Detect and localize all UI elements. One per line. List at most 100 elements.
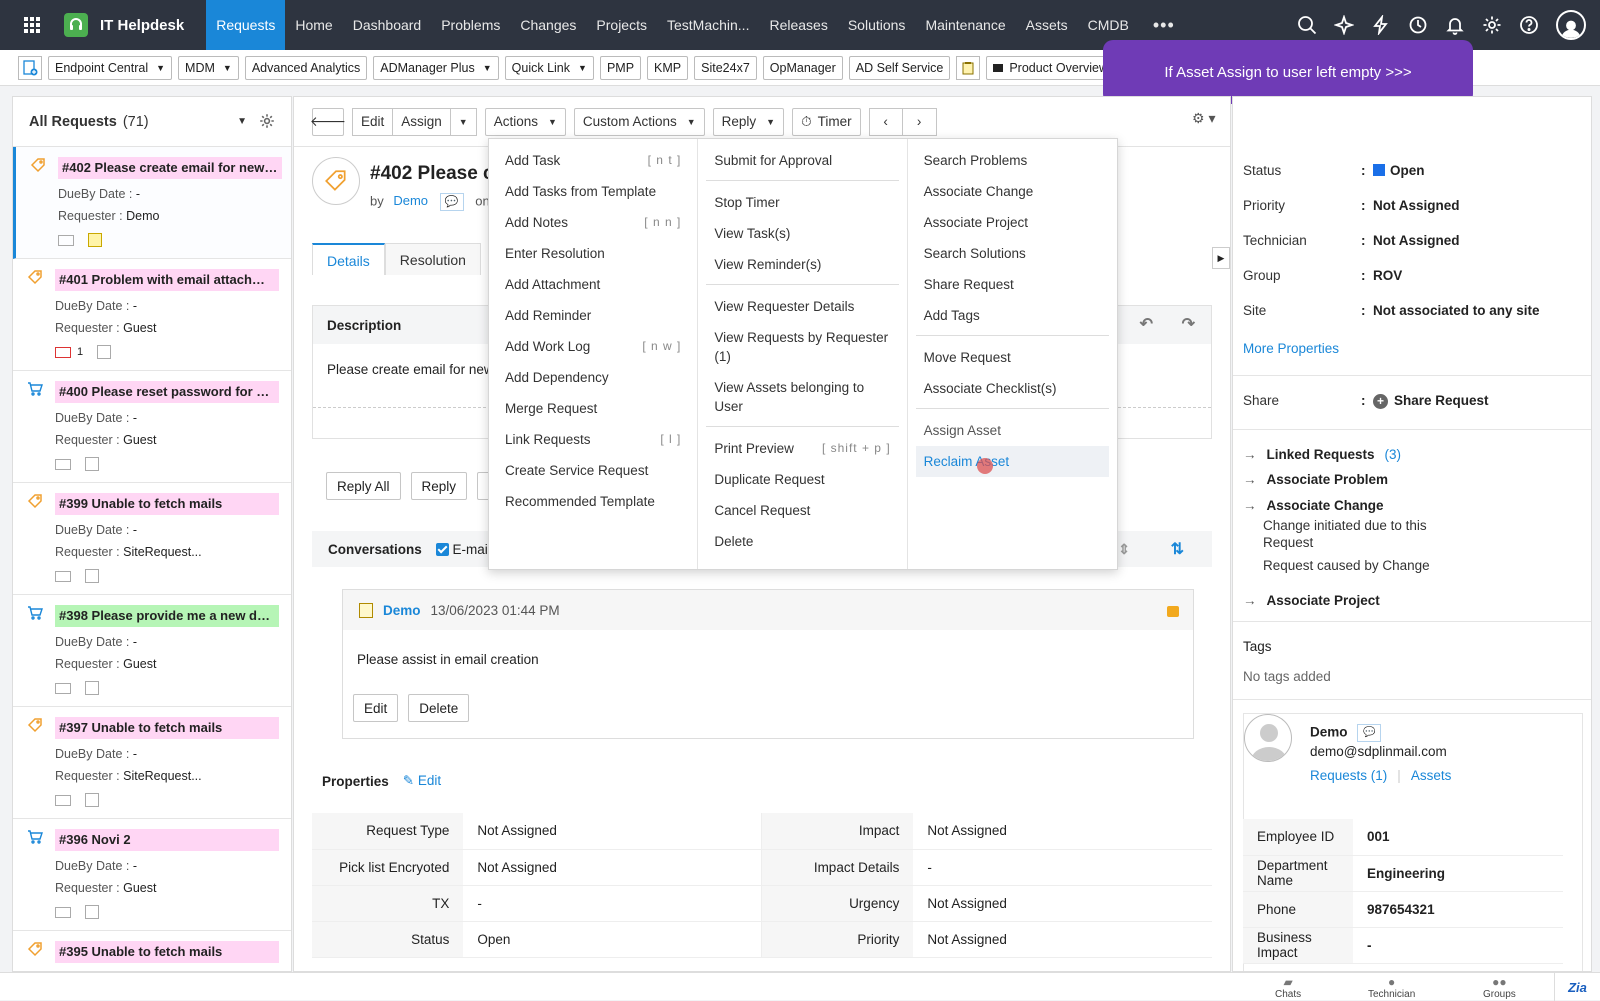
mail-icon[interactable] <box>55 906 71 918</box>
gear-icon[interactable] <box>259 113 275 129</box>
quicklink-opmanager[interactable]: OpManager <box>762 55 843 80</box>
menu-item-add-reminder[interactable]: Add Reminder <box>497 300 689 331</box>
more-properties-link[interactable]: More Properties <box>1243 341 1339 356</box>
menu-item-duplicate-request[interactable]: Duplicate Request <box>706 464 898 495</box>
menu-item-stop-timer[interactable]: Stop Timer <box>706 187 898 218</box>
nav-tab-requests[interactable]: Requests <box>206 0 286 50</box>
request-list-item[interactable]: #401 Problem with email attachme... DueBy… <box>13 259 291 371</box>
back-button[interactable]: 🡐 <box>310 107 346 136</box>
reply-button[interactable]: Reply ▼ <box>712 107 785 136</box>
reply-all-button[interactable]: Reply All <box>326 472 401 500</box>
request-list-item[interactable]: #402 Please create email for new e... Due… <box>13 147 291 259</box>
reply-button-secondary[interactable]: Reply <box>410 472 468 500</box>
quicklink-advanced-analytics[interactable]: Advanced Analytics <box>244 55 368 80</box>
tab-details[interactable]: Details <box>312 243 385 275</box>
nav-tab-projects[interactable]: Projects <box>586 0 657 50</box>
associate-change-item[interactable]: → Associate Change <box>1243 498 1384 513</box>
request-list-item[interactable]: #395 Unable to fetch mails <box>13 931 291 971</box>
menu-item-add-dependency[interactable]: Add Dependency <box>497 362 689 393</box>
nav-tab-testmachin[interactable]: TestMachin... <box>657 0 759 50</box>
quicklink-mdm[interactable]: MDM ▼ <box>178 55 239 80</box>
edit-button[interactable]: Edit <box>352 107 394 136</box>
zia-button[interactable]: Zia <box>1554 973 1600 1001</box>
chevron-down-icon[interactable]: ▼ <box>237 116 247 127</box>
menu-item-view-requests-by-requester-1[interactable]: View Requests by Requester (1) <box>706 322 898 372</box>
menu-item-share-request[interactable]: Share Request <box>916 269 1109 300</box>
mail-icon[interactable] <box>55 570 71 582</box>
sort-icon[interactable]: ⇅ <box>1171 539 1184 559</box>
menu-item-view-task-s[interactable]: View Task(s) <box>706 218 898 249</box>
request-title-link[interactable]: #395 Unable to fetch mails <box>55 941 279 963</box>
nav-tab-changes[interactable]: Changes <box>510 0 586 50</box>
quicklink-endpoint-central[interactable]: Endpoint Central ▼ <box>48 55 173 80</box>
menu-item-cancel-request[interactable]: Cancel Request <box>706 495 898 526</box>
request-list-item[interactable]: #397 Unable to fetch mails DueBy Date : -… <box>13 707 291 819</box>
tab-resolution[interactable]: Resolution <box>384 243 481 275</box>
bell-icon[interactable] <box>1445 15 1465 35</box>
menu-item-submit-for-approval[interactable]: Submit for Approval <box>706 145 898 176</box>
chat-icon[interactable]: 💬 <box>439 193 464 211</box>
linked-requests-item[interactable]: → Linked Requests (3) <box>1243 447 1401 462</box>
nav-tab-assets[interactable]: Assets <box>1016 0 1078 50</box>
menu-item-add-tasks-from-template[interactable]: Add Tasks from Template <box>497 176 689 207</box>
menu-item-add-work-log[interactable]: Add Work Log [ n w ] <box>497 331 689 362</box>
assign-button[interactable]: Assign <box>393 107 451 136</box>
menu-item-search-problems[interactable]: Search Problems <box>916 145 1109 176</box>
mail-icon[interactable] <box>58 234 74 246</box>
menu-item-search-solutions[interactable]: Search Solutions <box>916 238 1109 269</box>
nav-tab-problems[interactable]: Problems <box>431 0 510 50</box>
quicklink-ad-self-service[interactable]: AD Self Service <box>848 55 951 80</box>
menu-item-associate-change[interactable]: Associate Change <box>916 176 1109 207</box>
note-icon[interactable] <box>85 793 99 807</box>
custom-actions-button[interactable]: Custom Actions ▼ <box>573 107 705 136</box>
mail-icon[interactable] <box>55 794 71 806</box>
groups-button[interactable]: ●● Groups <box>1483 975 1516 1000</box>
right-panel-settings[interactable]: ⚙ ▾ <box>1192 110 1215 127</box>
nav-tab-solutions[interactable]: Solutions <box>838 0 916 50</box>
undo-icon[interactable]: ↶ <box>1140 314 1153 334</box>
collapse-icon[interactable]: ⇕ <box>1118 541 1130 558</box>
actions-button[interactable]: Actions ▼ <box>484 107 566 136</box>
nav-tab-maintenance[interactable]: Maintenance <box>915 0 1015 50</box>
menu-item-create-service-request[interactable]: Create Service Request <box>497 455 689 486</box>
linked-requests-count[interactable]: (3) <box>1385 447 1402 462</box>
timer-button[interactable]: ⏱ Timer <box>792 107 861 136</box>
sparkle-icon[interactable] <box>1334 15 1354 35</box>
menu-item-add-notes[interactable]: Add Notes [ n n ] <box>497 207 689 238</box>
note-icon[interactable] <box>85 905 99 919</box>
mail-icon[interactable] <box>55 682 71 694</box>
menu-item-delete[interactable]: Delete <box>706 526 898 557</box>
assign-dropdown[interactable]: ▼ <box>450 107 477 136</box>
app-logo[interactable]: IT Helpdesk <box>64 13 206 37</box>
note-icon[interactable] <box>85 569 99 583</box>
nav-tab-home[interactable]: Home <box>285 0 342 50</box>
help-icon[interactable] <box>1519 15 1539 35</box>
properties-edit-link[interactable]: ✎ Edit <box>403 773 441 789</box>
menu-item-link-requests[interactable]: Link Requests [ l ] <box>497 424 689 455</box>
request-list-item[interactable]: #398 Please provide me a new des... DueBy… <box>13 595 291 707</box>
history-icon[interactable] <box>1408 15 1428 35</box>
apps-menu-button[interactable] <box>0 0 64 50</box>
previous-request-button[interactable]: ‹ <box>868 107 903 136</box>
note-author-link[interactable]: Demo <box>383 603 421 618</box>
note-icon[interactable] <box>85 681 99 695</box>
quicklink-admanager-plus[interactable]: ADManager Plus ▼ <box>373 55 499 80</box>
request-list-item[interactable]: #400 Please reset password for my... DueB… <box>13 371 291 483</box>
product-overview-button[interactable]: Product Overview <box>986 55 1115 80</box>
menu-item-add-tags[interactable]: Add Tags <box>916 300 1109 331</box>
menu-item-view-assets-belonging-to-user[interactable]: View Assets belonging to User <box>706 372 898 422</box>
requester-requests-link[interactable]: Requests (1) <box>1310 768 1387 783</box>
mail-icon[interactable] <box>55 458 71 470</box>
clipboard-icon[interactable] <box>956 55 981 80</box>
menu-item-reclaim-asset[interactable]: Reclaim Asset <box>915 446 1109 477</box>
note-icon[interactable] <box>97 345 112 359</box>
menu-item-add-task[interactable]: Add Task [ n t ] <box>497 145 689 176</box>
search-icon[interactable] <box>1297 15 1317 35</box>
priority-value[interactable]: Not Assigned <box>1373 198 1460 213</box>
email-filter-checkbox[interactable]: E-mai <box>435 542 488 557</box>
requester-link[interactable]: Demo <box>393 193 428 208</box>
nav-tab-releases[interactable]: Releases <box>759 0 837 50</box>
menu-item-add-attachment[interactable]: Add Attachment <box>497 269 689 300</box>
request-title-link[interactable]: #399 Unable to fetch mails <box>55 493 279 515</box>
note-edit-button[interactable]: Edit <box>353 694 399 722</box>
